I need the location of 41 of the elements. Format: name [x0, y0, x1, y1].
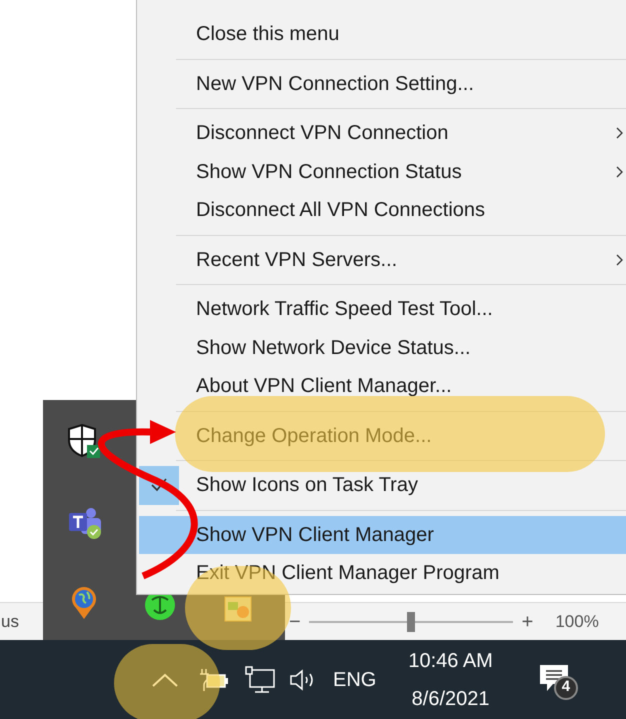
- menu-item-label: Disconnect VPN Connection: [195, 121, 448, 146]
- menu-item[interactable]: Show Icons on Task Tray: [139, 466, 626, 504]
- menu-item-label: Show VPN Connection Status: [195, 160, 462, 185]
- clock-time[interactable]: 10:46 AM: [408, 642, 493, 680]
- menu-item-label: Close this menu: [195, 22, 340, 48]
- notification-badge: 4: [554, 676, 578, 700]
- menu-item[interactable]: Show VPN Client Manager: [139, 516, 626, 554]
- menu-item-label: Disconnect All VPN Connections: [195, 198, 486, 224]
- menu-item-label: About VPN Client Manager...: [195, 374, 452, 400]
- language-indicator[interactable]: ENG: [333, 664, 376, 694]
- menu-item-label: Show Icons on Task Tray: [195, 473, 418, 498]
- battery-plug-icon[interactable]: [199, 668, 229, 692]
- globe-pin-icon[interactable]: [70, 586, 98, 620]
- zoom-in-button[interactable]: +: [522, 606, 534, 636]
- slider-thumb[interactable]: [406, 612, 415, 632]
- menu-item-label: Network Traffic Speed Test Tool...: [195, 297, 493, 322]
- menu-item[interactable]: Exit VPN Client Manager Program: [139, 554, 626, 592]
- team-chat-icon[interactable]: [67, 505, 103, 541]
- menu-item[interactable]: Show Network Device Status...: [139, 328, 626, 367]
- shield-icon[interactable]: [67, 423, 101, 459]
- zoom-out-button[interactable]: −: [288, 606, 301, 636]
- menu-item[interactable]: Recent VPN Servers...: [139, 240, 626, 279]
- status-text: us: [1, 610, 19, 633]
- clock-date[interactable]: 8/6/2021: [412, 680, 490, 718]
- menu-item-label: Show Network Device Status...: [195, 336, 471, 361]
- menu-item-label: Change Operation Mode...: [195, 424, 432, 449]
- menu-item-label: Recent VPN Servers...: [195, 248, 398, 273]
- menu-item[interactable]: Close this menu: [139, 15, 626, 54]
- menu-item[interactable]: Show VPN Connection Status: [139, 152, 626, 191]
- menu-item[interactable]: Disconnect All VPN Connections: [139, 191, 626, 230]
- menu-item-label: Exit VPN Client Manager Program: [195, 561, 500, 586]
- menu-item[interactable]: Network Traffic Speed Test Tool...: [139, 290, 626, 328]
- menu-item[interactable]: Disconnect VPN Connection: [139, 114, 626, 152]
- menu-item-label: New VPN Connection Setting...: [195, 72, 474, 97]
- zoom-slider[interactable]: [308, 612, 513, 632]
- menu-item[interactable]: New VPN Connection Setting...: [139, 64, 626, 103]
- menu-item[interactable]: About VPN Client Manager...: [139, 367, 626, 406]
- menu-item-label: Show VPN Client Manager: [195, 522, 434, 548]
- zoom-reading: 100%: [555, 610, 599, 633]
- monitor-icon[interactable]: [244, 666, 276, 694]
- chevron-up-icon[interactable]: [151, 672, 179, 688]
